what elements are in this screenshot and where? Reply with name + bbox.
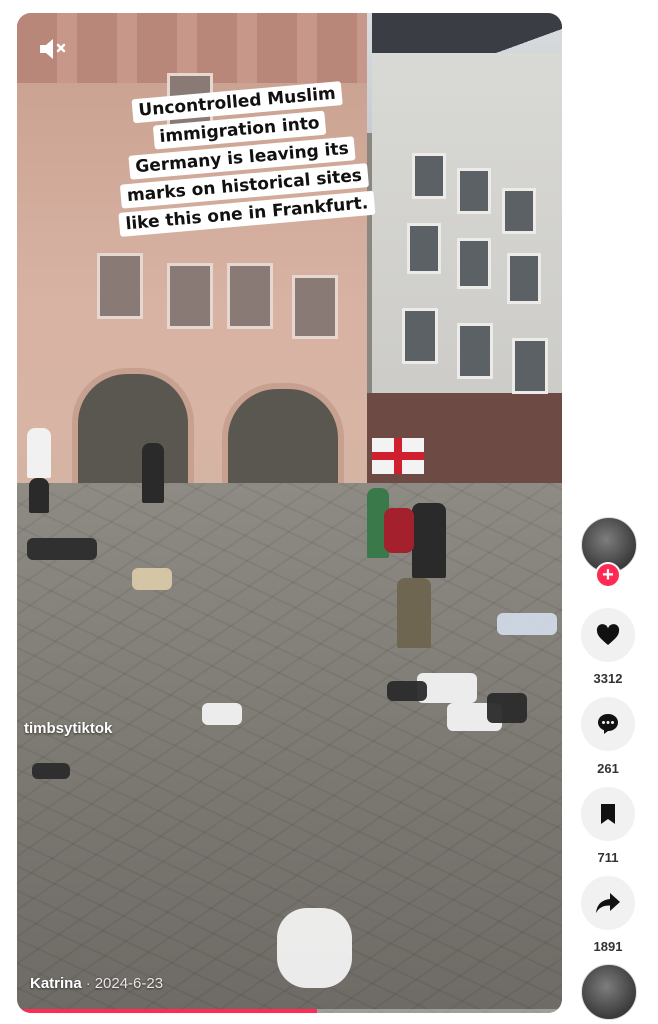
separator: · xyxy=(85,975,91,992)
save-button[interactable] xyxy=(581,787,635,841)
bookmark-icon xyxy=(601,804,615,824)
share-arrow-icon xyxy=(596,893,620,913)
comment-count: 261 xyxy=(597,761,619,776)
video-progress-fill xyxy=(17,1009,317,1013)
music-disc-avatar[interactable] xyxy=(581,964,637,1020)
video-caption: Uncontrolled Muslim immigration into Ger… xyxy=(106,77,377,239)
like-count: 3312 xyxy=(593,671,623,686)
author-name[interactable]: Katrina xyxy=(30,975,82,992)
speaker-muted-icon[interactable] xyxy=(37,35,69,63)
post-date: 2024-6-23 xyxy=(94,975,164,992)
like-button[interactable] xyxy=(581,608,635,662)
heart-icon xyxy=(596,624,620,645)
tiktok-watermark: timbsytiktok xyxy=(24,720,113,737)
share-count: 1891 xyxy=(593,939,623,954)
comment-icon xyxy=(598,714,618,734)
share-button[interactable] xyxy=(581,876,635,930)
comment-button[interactable] xyxy=(581,697,635,751)
author-info: Katrina · 2024-6-23 xyxy=(30,975,163,992)
video-player[interactable]: Uncontrolled Muslim immigration into Ger… xyxy=(17,13,562,1013)
follow-button[interactable]: + xyxy=(595,562,621,588)
video-progress-bar[interactable] xyxy=(17,1009,562,1013)
save-count: 711 xyxy=(597,850,619,865)
